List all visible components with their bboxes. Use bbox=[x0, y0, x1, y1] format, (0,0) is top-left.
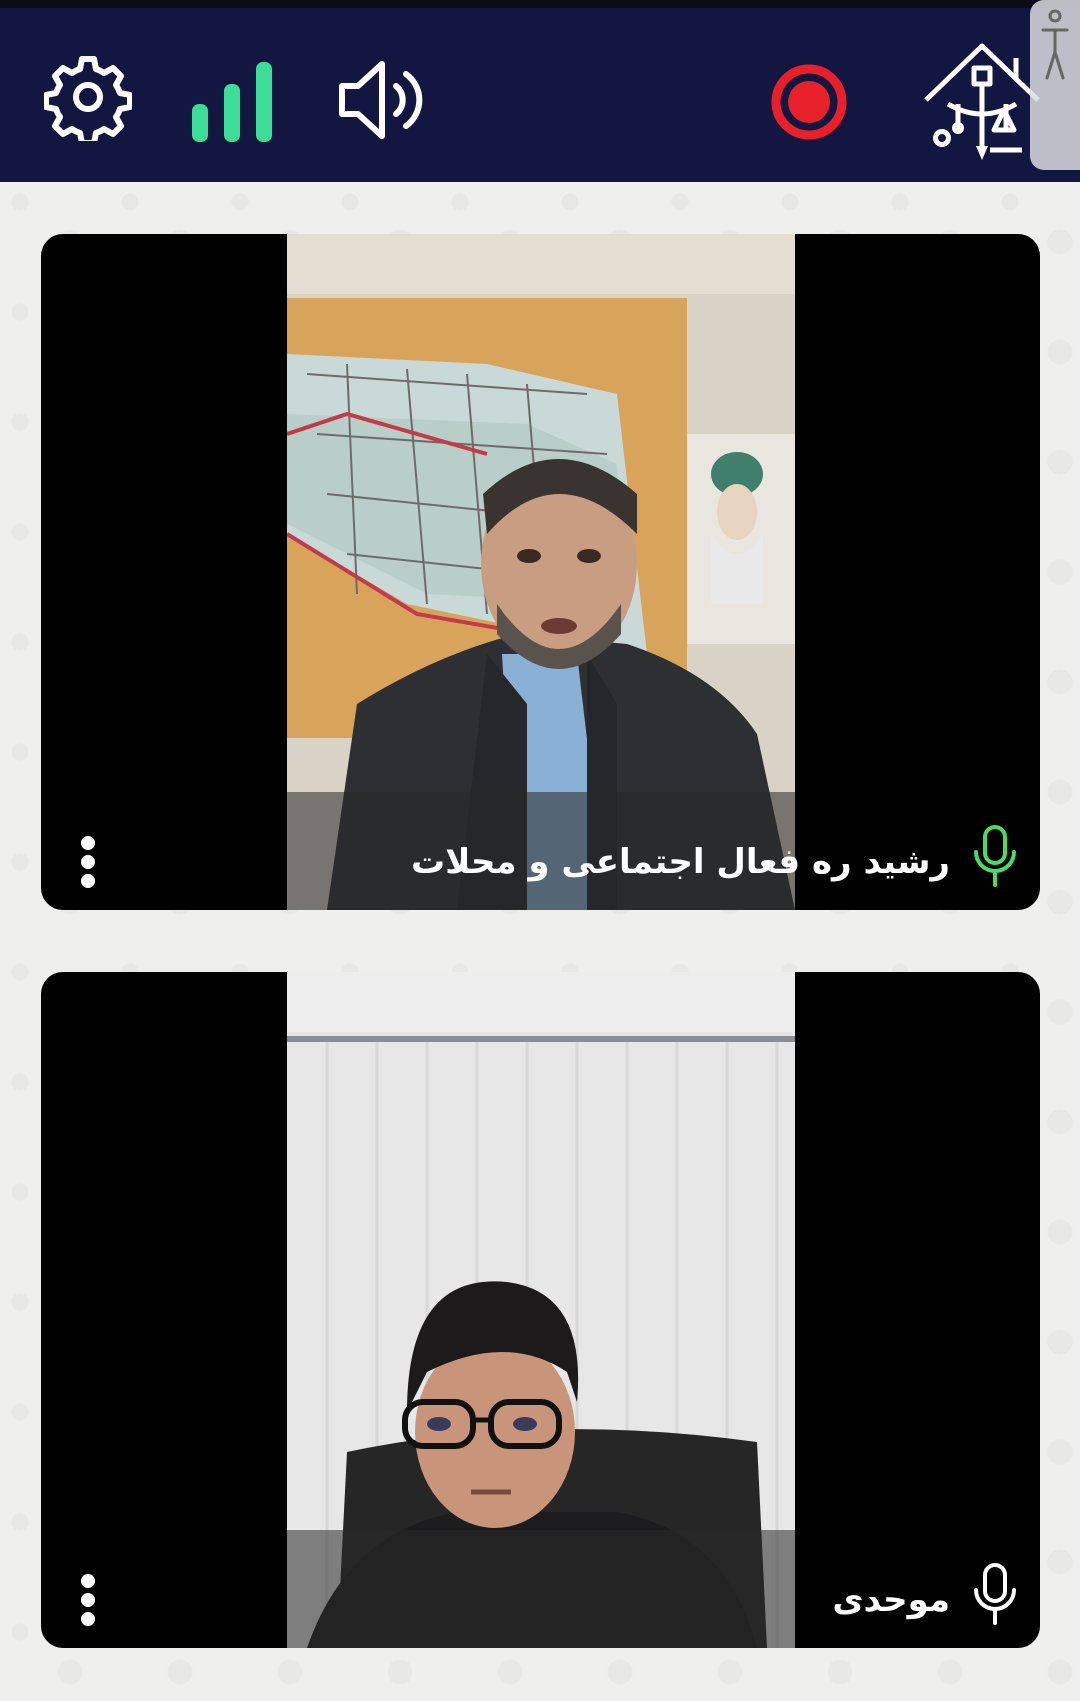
participant-tile[interactable]: موحدی bbox=[41, 972, 1040, 1648]
more-options-button[interactable] bbox=[77, 836, 99, 892]
status-bar bbox=[0, 0, 1080, 8]
signal-bars-icon[interactable] bbox=[190, 60, 276, 144]
speaker-icon[interactable] bbox=[336, 56, 426, 144]
participant-tile[interactable]: رشید ره فعال اجتماعی و محلات bbox=[41, 234, 1040, 910]
accessibility-person-icon bbox=[1041, 9, 1069, 80]
call-toolbar bbox=[0, 8, 1080, 182]
microphone-icon[interactable] bbox=[970, 1562, 1020, 1626]
record-icon[interactable] bbox=[770, 63, 848, 141]
participant-name-bar bbox=[287, 1530, 795, 1648]
participant-name: رشید ره فعال اجتماعی و محلات bbox=[411, 842, 950, 882]
participant-name: موحدی bbox=[832, 1580, 950, 1620]
gear-icon[interactable] bbox=[44, 53, 132, 141]
microphone-icon[interactable] bbox=[970, 824, 1020, 888]
accessibility-handle[interactable] bbox=[1030, 0, 1080, 170]
house-justice-logo-icon bbox=[924, 43, 1040, 160]
more-options-button[interactable] bbox=[77, 1574, 99, 1630]
